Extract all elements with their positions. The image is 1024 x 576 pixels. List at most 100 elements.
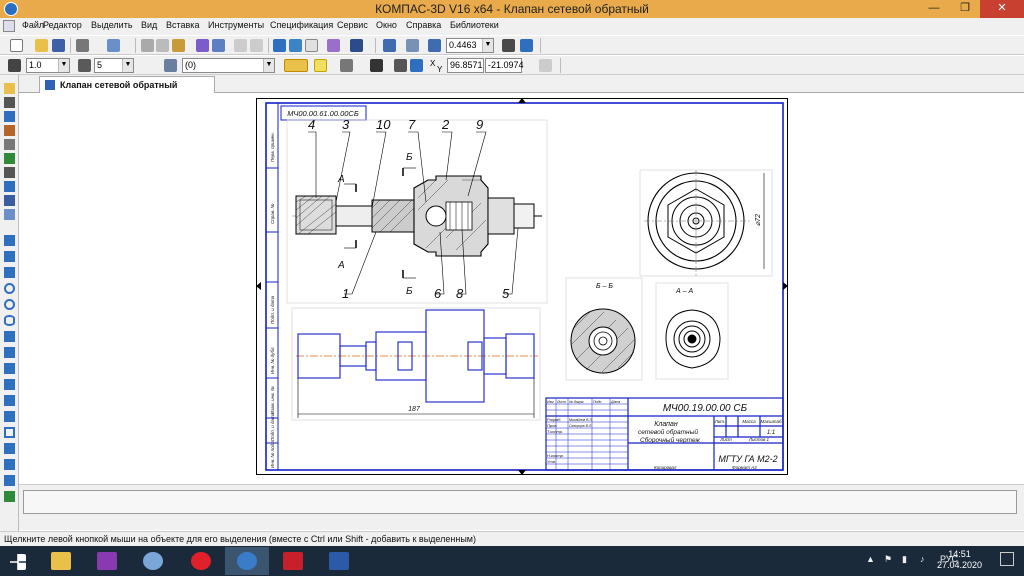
chevron-down-icon[interactable]: ▼ xyxy=(482,39,493,52)
layers-icon[interactable] xyxy=(164,59,177,72)
local-snap-icon[interactable] xyxy=(284,59,308,72)
fillet-tool-icon[interactable] xyxy=(4,411,15,422)
line-scale-field[interactable]: 1.0 ▼ xyxy=(26,58,70,73)
nurbs-tool-icon[interactable] xyxy=(4,379,15,390)
chevron-down-icon[interactable]: ▼ xyxy=(122,59,133,72)
select-group-icon[interactable] xyxy=(4,167,15,178)
taskbar-paint[interactable] xyxy=(131,547,175,575)
ellipse-tool-icon[interactable] xyxy=(4,315,15,326)
rectangle-tool-icon[interactable] xyxy=(4,427,15,438)
maximize-button[interactable]: ❐ xyxy=(951,0,979,18)
tray-chevron-icon[interactable]: ▲ xyxy=(866,554,875,564)
menu-select[interactable]: Выделить xyxy=(91,20,133,30)
tray-volume-icon[interactable]: ♪ xyxy=(920,554,925,564)
grid-icon[interactable] xyxy=(340,59,353,72)
paste-icon[interactable] xyxy=(172,39,185,52)
close-button[interactable]: ✕ xyxy=(980,0,1024,18)
aux-line-tool-icon[interactable] xyxy=(4,251,15,262)
tab-klapan[interactable]: Клапан сетевой обратный xyxy=(39,76,215,93)
polygon-tool-icon[interactable] xyxy=(4,443,15,454)
cursor-coords-icon[interactable] xyxy=(410,59,423,72)
function-fx-icon[interactable] xyxy=(305,39,318,52)
snap-icon[interactable] xyxy=(314,59,327,72)
dimensions-group-icon[interactable] xyxy=(4,97,15,108)
system-clock[interactable]: 14:51 27.04.2020 xyxy=(937,549,982,571)
library-manager-icon[interactable] xyxy=(327,39,340,52)
chevron-down-icon[interactable]: ▼ xyxy=(263,59,274,72)
layer-style-field[interactable]: 5 ▼ xyxy=(94,58,134,73)
menu-libraries[interactable]: Библиотеки xyxy=(450,20,499,30)
properties-icon[interactable] xyxy=(196,39,209,52)
hatch-tool-icon[interactable] xyxy=(4,459,15,470)
zoom-in-icon[interactable] xyxy=(428,39,441,52)
refresh-icon[interactable] xyxy=(520,39,533,52)
current-layer-field[interactable]: (0) ▼ xyxy=(182,58,275,73)
menu-insert[interactable]: Вставка xyxy=(166,20,199,30)
taskbar-archiver[interactable] xyxy=(85,547,129,575)
contour-tool-icon[interactable] xyxy=(4,475,15,486)
open-folder-icon[interactable] xyxy=(35,39,48,52)
start-button[interactable] xyxy=(0,547,38,575)
parameters-icon[interactable] xyxy=(539,59,552,72)
command-input-area[interactable] xyxy=(23,490,1017,514)
cut-icon[interactable] xyxy=(141,39,154,52)
copy-icon[interactable] xyxy=(156,39,169,52)
menu-editor[interactable]: Редактор xyxy=(43,20,82,30)
notation-group-icon[interactable] xyxy=(4,111,15,122)
taskbar-word[interactable] xyxy=(317,547,361,575)
menu-view[interactable]: Вид xyxy=(141,20,157,30)
x-coordinate-field[interactable]: 96.8571 xyxy=(447,58,484,73)
arc-tool-icon[interactable] xyxy=(4,299,15,310)
menu-service[interactable]: Сервис xyxy=(337,20,368,30)
circle-tool-icon[interactable] xyxy=(4,283,15,294)
measure-group-icon[interactable] xyxy=(4,153,15,164)
help-pointer-icon[interactable] xyxy=(350,39,363,52)
menu-specification[interactable]: Спецификация xyxy=(270,20,333,30)
variables-icon[interactable] xyxy=(273,39,286,52)
taskbar-opera[interactable] xyxy=(179,547,223,575)
manager-icon[interactable] xyxy=(212,39,225,52)
grid-snap-icon[interactable] xyxy=(8,59,21,72)
equidistant-tool-icon[interactable] xyxy=(4,491,15,502)
segment-tool-icon[interactable] xyxy=(4,267,15,278)
save-icon[interactable] xyxy=(52,39,65,52)
orthogonal-icon[interactable] xyxy=(370,59,383,72)
print-icon[interactable] xyxy=(76,39,89,52)
tray-flag-icon[interactable]: ⚑ xyxy=(884,554,892,565)
menu-help[interactable]: Справка xyxy=(406,20,441,30)
elements-group-icon[interactable] xyxy=(4,209,15,220)
tray-network-icon[interactable]: ▮ xyxy=(902,554,907,565)
taskbar-explorer[interactable] xyxy=(39,547,83,575)
taskbar-autocad[interactable] xyxy=(271,547,315,575)
point-tool-icon[interactable] xyxy=(4,235,15,246)
chamfer-tool-icon[interactable] xyxy=(4,395,15,406)
layer-style-icon[interactable] xyxy=(78,59,91,72)
round-icon[interactable] xyxy=(394,59,407,72)
redo-icon[interactable] xyxy=(250,39,263,52)
tree-icon[interactable] xyxy=(289,39,302,52)
spec-group-icon[interactable] xyxy=(4,181,15,192)
notifications-icon[interactable] xyxy=(1000,552,1014,566)
menu-window[interactable]: Окно xyxy=(376,20,397,30)
geometry-group-icon[interactable] xyxy=(4,83,15,94)
zoom-scale-field[interactable]: 0.4463 ▼ xyxy=(446,38,494,53)
chevron-down-icon[interactable]: ▼ xyxy=(58,59,69,72)
drawing-sheet[interactable]: МЧ00.00.61.00.00СБ А А Б Б 4 3 10 7 2 9 … xyxy=(256,98,788,475)
spline-tool-icon[interactable] xyxy=(4,331,15,342)
parametrization-group-icon[interactable] xyxy=(4,139,15,150)
y-coordinate-field[interactable]: -21.0974 xyxy=(485,58,524,73)
reports-group-icon[interactable] xyxy=(4,195,15,206)
document-menu-icon[interactable] xyxy=(3,20,15,32)
edit-group-icon[interactable] xyxy=(4,125,15,136)
minimize-button[interactable]: — xyxy=(920,0,948,18)
zoom-fit-icon[interactable] xyxy=(406,39,419,52)
menu-tools[interactable]: Инструменты xyxy=(208,20,264,30)
taskbar-kompas[interactable] xyxy=(225,547,269,575)
menu-file[interactable]: Файл xyxy=(22,20,44,30)
zoom-window-icon[interactable] xyxy=(383,39,396,52)
print-preview-icon[interactable] xyxy=(107,39,120,52)
polyline-tool-icon[interactable] xyxy=(4,347,15,358)
new-document-icon[interactable] xyxy=(10,39,23,52)
undo-icon[interactable] xyxy=(234,39,247,52)
pan-icon[interactable] xyxy=(502,39,515,52)
